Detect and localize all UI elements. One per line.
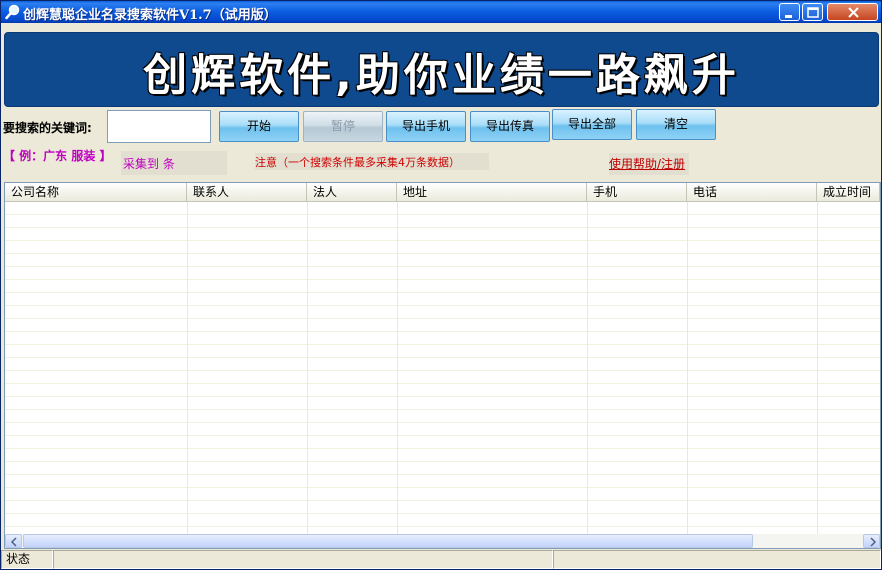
column-divider: [307, 202, 308, 535]
column-divider: [397, 202, 398, 535]
table-body[interactable]: [5, 202, 880, 535]
column-header-company[interactable]: 公司名称: [5, 183, 187, 202]
column-header-address[interactable]: 地址: [397, 183, 587, 202]
minimize-button[interactable]: [779, 3, 800, 21]
chevron-right-icon: [870, 537, 877, 547]
chevron-left-icon: [10, 537, 17, 547]
scroll-left-button[interactable]: [5, 534, 22, 548]
column-header-legal-person[interactable]: 法人: [307, 183, 397, 202]
clear-button[interactable]: 清空: [636, 109, 716, 140]
column-divider: [687, 202, 688, 535]
keyword-example: 【 例：广东 服装 】: [3, 149, 112, 163]
banner-slogan: 创辉软件,助你业绩一路飙升: [143, 50, 740, 101]
column-header-mobile[interactable]: 手机: [587, 183, 687, 202]
column-divider: [817, 202, 818, 535]
column-divider: [587, 202, 588, 535]
search-icon: [5, 4, 20, 20]
export-all-button[interactable]: 导出全部: [552, 109, 632, 140]
main-window: 创辉慧聪企业名录搜索软件V1.7（试用版） 创辉软件,助你业绩一路飙升 要搜索的…: [0, 0, 882, 570]
window-title: 创辉慧聪企业名录搜索软件V1.7（试用版）: [23, 8, 277, 23]
results-table[interactable]: 公司名称 联系人 法人 地址 手机 电话 成立时间: [4, 182, 881, 549]
title-bar[interactable]: 创辉慧聪企业名录搜索软件V1.7（试用版）: [1, 1, 881, 23]
help-register-link[interactable]: 使用帮助/注册: [609, 153, 689, 175]
minimize-icon: [785, 15, 792, 18]
banner: 创辉软件,助你业绩一路飙升: [4, 32, 879, 107]
pause-button[interactable]: 暂停: [303, 111, 383, 142]
status-message: [53, 550, 553, 569]
keyword-label: 要搜索的关键词:: [3, 121, 92, 135]
column-divider: [187, 202, 188, 535]
column-header-founded[interactable]: 成立时间: [817, 183, 880, 202]
table-header: 公司名称 联系人 法人 地址 手机 电话 成立时间: [5, 183, 880, 202]
export-fax-button[interactable]: 导出传真: [470, 111, 550, 142]
scroll-thumb[interactable]: [23, 534, 753, 548]
column-header-phone[interactable]: 电话: [687, 183, 817, 202]
export-phone-button[interactable]: 导出手机: [386, 111, 466, 142]
start-button[interactable]: 开始: [219, 111, 299, 142]
maximize-button[interactable]: [802, 3, 823, 21]
column-header-contact[interactable]: 联系人: [187, 183, 307, 202]
status-bar: 状态: [1, 549, 881, 569]
status-label: 状态: [1, 550, 53, 569]
close-icon: [848, 7, 859, 18]
status-extra: [553, 550, 881, 569]
limit-notice: 注意（一个搜索条件最多采集4万条数据）: [255, 153, 489, 170]
keyword-input[interactable]: [107, 110, 211, 143]
scroll-right-button[interactable]: [863, 534, 880, 548]
close-button[interactable]: [827, 3, 878, 21]
horizontal-scrollbar[interactable]: [5, 534, 880, 548]
collected-count: 采集到 条: [121, 151, 227, 175]
maximize-icon: [807, 7, 819, 18]
